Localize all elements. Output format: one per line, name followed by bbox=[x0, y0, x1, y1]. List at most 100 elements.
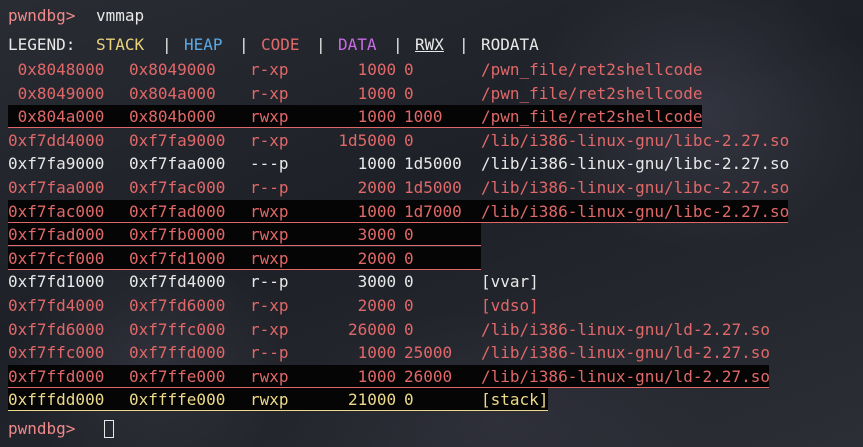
cell-perm: rwxp bbox=[250, 201, 289, 221]
cell-end: 0xf7fad000 bbox=[129, 201, 226, 221]
cell-offset: 0 bbox=[404, 390, 414, 410]
cell-offset: 0 bbox=[404, 83, 414, 103]
cell-size: 1000 bbox=[357, 60, 397, 79]
cell-file: /pwn_file/ret2shellcode bbox=[481, 60, 703, 79]
cell-offset: 0 bbox=[404, 248, 414, 268]
cell-end: 0xffffe000 bbox=[129, 390, 226, 410]
cell-file: /lib/i386-linux-gnu/ld-2.27.so bbox=[481, 319, 770, 339]
cell-size: 1000 bbox=[357, 366, 397, 386]
cell-size: 2000 bbox=[357, 248, 397, 268]
cell-perm: r--p bbox=[250, 343, 289, 363]
cell-perm: r-xp bbox=[250, 60, 289, 79]
cell-end: 0xf7fd6000 bbox=[129, 296, 226, 315]
cell-offset: 1d5000 bbox=[404, 154, 462, 174]
legend-code: CODE bbox=[261, 35, 300, 54]
cell-perm: r--p bbox=[250, 272, 289, 292]
cell-start: 0xf7fcf000 bbox=[8, 248, 105, 268]
cell-size: 1000 bbox=[357, 201, 397, 221]
cell-end: 0xf7fa9000 bbox=[129, 130, 226, 150]
cell-size: 2000 bbox=[357, 178, 397, 197]
cell-file: [stack] bbox=[481, 390, 549, 410]
cell-file: /lib/i386-linux-gnu/libc-2.27.so bbox=[481, 201, 790, 221]
cell-start: 0xf7fac000 bbox=[8, 201, 105, 221]
cell-start: 0x804a000 bbox=[8, 107, 105, 127]
cell-perm: ---p bbox=[250, 154, 289, 174]
cell-start: 0xf7fd6000 bbox=[8, 319, 105, 339]
legend-separator: | bbox=[239, 35, 249, 54]
cell-file: /lib/i386-linux-gnu/libc-2.27.so bbox=[481, 154, 790, 174]
cell-size: 1000 bbox=[357, 83, 397, 103]
cell-perm: rwxp bbox=[250, 366, 289, 386]
cell-offset: 1000 bbox=[404, 107, 443, 127]
cell-offset: 26000 bbox=[404, 366, 453, 386]
cell-start: 0xf7dd4000 bbox=[8, 130, 105, 150]
cell-end: 0xf7fb0000 bbox=[129, 225, 226, 245]
cell-offset: 0 bbox=[404, 60, 414, 79]
legend-prefix: LEGEND: bbox=[8, 35, 76, 54]
cell-size: 1d5000 bbox=[338, 130, 397, 150]
cell-end: 0xf7faa000 bbox=[129, 154, 226, 174]
legend-rwx: RWX bbox=[415, 35, 444, 54]
cell-offset: 1d7000 bbox=[404, 201, 462, 221]
cell-end: 0x8049000 bbox=[129, 60, 216, 79]
cell-offset: 0 bbox=[404, 296, 414, 315]
final-prompt-line[interactable]: pwndbg> bbox=[8, 417, 114, 441]
cell-start: 0xf7fad000 bbox=[8, 225, 105, 245]
cell-offset: 25000 bbox=[404, 343, 453, 363]
cell-end: 0xf7ffc000 bbox=[129, 319, 226, 339]
cell-end: 0x804b000 bbox=[129, 107, 216, 127]
legend-line: LEGEND: STACK | HEAP | CODE | DATA | RWX… bbox=[8, 33, 539, 57]
cell-perm: rwxp bbox=[250, 225, 289, 245]
cell-file: [vvar] bbox=[481, 272, 539, 292]
cell-perm: rwxp bbox=[250, 390, 289, 410]
cell-offset: 0 bbox=[404, 272, 414, 292]
cell-perm: r-xp bbox=[250, 296, 289, 315]
cell-offset: 1d5000 bbox=[404, 178, 462, 197]
cell-perm: r-xp bbox=[250, 130, 289, 150]
cell-perm: r-xp bbox=[250, 83, 289, 103]
legend-separator: | bbox=[459, 35, 469, 54]
cell-size: 3000 bbox=[357, 225, 397, 245]
cell-size: 21000 bbox=[348, 390, 397, 410]
legend-separator: | bbox=[162, 35, 172, 54]
cell-size: 1000 bbox=[357, 107, 397, 127]
legend-stack: STACK bbox=[96, 35, 145, 54]
cell-end: 0xf7fac000 bbox=[129, 178, 226, 197]
terminal-window[interactable]: pwndbg> vmmap LEGEND: STACK | HEAP | COD… bbox=[0, 0, 863, 447]
cell-start: 0x8049000 bbox=[8, 83, 105, 103]
cell-end: 0xf7fd4000 bbox=[129, 272, 226, 292]
cell-size: 2000 bbox=[357, 296, 397, 315]
cell-file: /lib/i386-linux-gnu/libc-2.27.so bbox=[481, 178, 790, 197]
legend-separator: | bbox=[316, 35, 326, 54]
command-text: vmmap bbox=[96, 6, 145, 25]
cell-offset: 0 bbox=[404, 319, 414, 339]
cell-file: /lib/i386-linux-gnu/ld-2.27.so bbox=[481, 343, 770, 363]
cell-file: [vdso] bbox=[481, 296, 539, 315]
cell-start: 0xf7faa000 bbox=[8, 178, 105, 197]
prompt: pwndbg> bbox=[8, 419, 76, 438]
cell-start: 0x8048000 bbox=[8, 60, 105, 79]
cell-offset: 0 bbox=[404, 130, 414, 150]
text-cursor bbox=[104, 420, 114, 438]
cell-size: 3000 bbox=[357, 272, 397, 292]
cell-end: 0xf7ffd000 bbox=[129, 343, 226, 363]
cell-end: 0x804a000 bbox=[129, 83, 216, 103]
cell-file: /lib/i386-linux-gnu/ld-2.27.so bbox=[481, 366, 770, 386]
cell-file: /lib/i386-linux-gnu/libc-2.27.so bbox=[481, 130, 790, 150]
legend-separator: | bbox=[393, 35, 403, 54]
cell-start: 0xf7ffd000 bbox=[8, 366, 105, 386]
cell-perm: rwxp bbox=[250, 248, 289, 268]
cell-size: 26000 bbox=[348, 319, 397, 339]
cell-start: 0xf7fd4000 bbox=[8, 296, 105, 315]
legend-data: DATA bbox=[338, 35, 377, 54]
cell-start: 0xf7fa9000 bbox=[8, 154, 105, 174]
command-line: pwndbg> vmmap bbox=[8, 4, 144, 28]
cell-perm: r--p bbox=[250, 178, 289, 197]
cell-file: /pwn_file/ret2shellcode bbox=[481, 83, 703, 103]
prompt: pwndbg> bbox=[8, 6, 76, 25]
legend-rodata: RODATA bbox=[481, 35, 539, 54]
cell-end: 0xf7ffe000 bbox=[129, 366, 226, 386]
cell-start: 0xf7ffc000 bbox=[8, 343, 105, 363]
cell-start: 0xfffdd000 bbox=[8, 390, 105, 410]
cell-end: 0xf7fd1000 bbox=[129, 248, 226, 268]
